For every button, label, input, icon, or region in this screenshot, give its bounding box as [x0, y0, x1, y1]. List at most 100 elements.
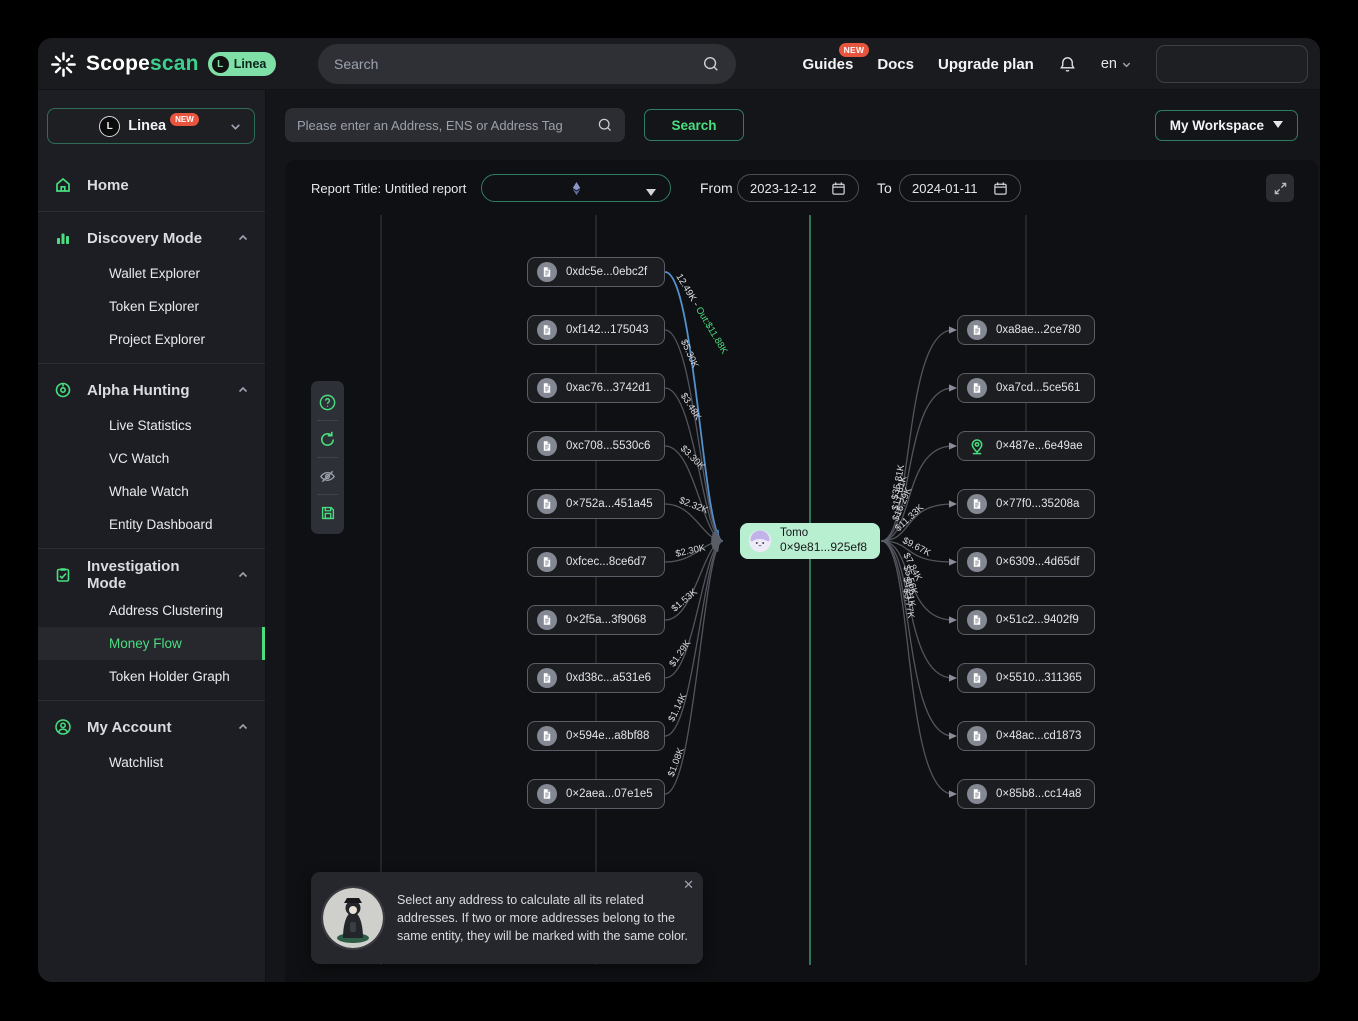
nav-guides[interactable]: Guides NEW [802, 56, 853, 73]
expand-icon [1272, 180, 1289, 197]
sidebar-item-whale-watch[interactable]: Whale Watch [38, 475, 265, 508]
chevron-up-icon [237, 384, 249, 396]
sidebar-item-wallet-explorer[interactable]: Wallet Explorer [38, 257, 265, 290]
address-node-target[interactable]: 0xa8ae...2ce780 [957, 315, 1095, 345]
center-node-tomo[interactable]: Tomo0×9e81...925ef8 [740, 523, 880, 559]
address-node-target[interactable]: 0×487e...6e49ae [957, 431, 1095, 461]
sidebar-section-my-account[interactable]: My Account [38, 708, 265, 746]
chain-selector[interactable]: L Linea NEW [47, 108, 255, 144]
sidebar-section-discovery-mode[interactable]: Discovery Mode [38, 219, 265, 257]
sidebar-item-money-flow[interactable]: Money Flow [38, 627, 265, 660]
sidebar-section-label: Alpha Hunting [87, 382, 222, 399]
my-workspace-button[interactable]: My Workspace [1155, 110, 1298, 141]
chevron-down-icon [1121, 59, 1132, 70]
sidebar-item-token-holder-graph[interactable]: Token Holder Graph [38, 660, 265, 693]
location-pin-icon [967, 436, 987, 456]
chevron-up-icon [237, 569, 249, 581]
chevron-up-icon [237, 721, 249, 733]
address-node-source[interactable]: 0xdc5e...0ebc2f [527, 257, 665, 287]
address-label: 0×594e...a8bf88 [566, 730, 649, 742]
calendar-icon [993, 181, 1008, 196]
sidebar-item-project-explorer[interactable]: Project Explorer [38, 323, 265, 356]
bell-icon[interactable] [1058, 55, 1077, 74]
sidebar-section-home[interactable]: Home [38, 166, 265, 204]
sidebar-item-vc-watch[interactable]: VC Watch [38, 442, 265, 475]
save-button[interactable] [311, 496, 344, 530]
sidebar-item-token-explorer[interactable]: Token Explorer [38, 290, 265, 323]
address-label: 0xac76...3742d1 [566, 382, 651, 394]
document-icon [537, 436, 557, 456]
sidebar-item-entity-dashboard[interactable]: Entity Dashboard [38, 508, 265, 541]
token-selector[interactable] [481, 174, 671, 202]
document-icon [967, 320, 987, 340]
sidebar-item-watchlist[interactable]: Watchlist [38, 746, 265, 779]
ethereum-icon [569, 181, 584, 196]
document-icon [537, 552, 557, 572]
address-label: 0xc708...5530c6 [566, 440, 650, 452]
address-node-source[interactable]: 0×2aea...07e1e5 [527, 779, 665, 809]
address-node-target[interactable]: 0xa7cd...5ce561 [957, 373, 1095, 403]
fullscreen-button[interactable] [1266, 174, 1294, 202]
main-content: Search My Workspace Report Title: Untitl… [266, 90, 1320, 982]
search-button[interactable]: Search [644, 109, 744, 141]
new-badge: NEW [170, 113, 199, 126]
top-bar: Scopescan L Linea Guides NEW Docs Upgrad [38, 38, 1320, 90]
sidebar-item-live-statistics[interactable]: Live Statistics [38, 409, 265, 442]
nav-docs[interactable]: Docs [877, 56, 914, 73]
eye-off-icon [318, 467, 337, 486]
help-button[interactable] [311, 385, 344, 419]
hide-button[interactable] [311, 459, 344, 493]
address-node-source[interactable]: 0xd38c...a531e6 [527, 663, 665, 693]
address-node-target[interactable]: 0×85b8...cc14a8 [957, 779, 1095, 809]
refresh-button[interactable] [311, 422, 344, 456]
address-search-field [285, 108, 625, 142]
search-icon[interactable] [702, 55, 720, 73]
address-node-source[interactable]: 0xc708...5530c6 [527, 431, 665, 461]
caret-down-icon [1273, 121, 1283, 129]
linea-logo-icon: L [212, 56, 229, 73]
address-node-source[interactable]: 0xf142...175043 [527, 315, 665, 345]
address-node-source[interactable]: 0×752a...451a45 [527, 489, 665, 519]
divider [38, 211, 265, 212]
nav-upgrade-plan[interactable]: Upgrade plan [938, 56, 1034, 73]
global-search-input[interactable] [334, 56, 702, 72]
divider [38, 363, 265, 364]
address-node-target[interactable]: 0×6309...4d65df [957, 547, 1095, 577]
wallet-connect-box[interactable] [1156, 45, 1308, 83]
edge-amount-label: $1.14K [666, 691, 689, 723]
refresh-icon [318, 430, 337, 449]
chevron-down-icon [229, 120, 242, 138]
date-to-input[interactable]: 2024-01-11 [899, 174, 1021, 202]
address-node-source[interactable]: 0xac76...3742d1 [527, 373, 665, 403]
app-window: Scopescan L Linea Guides NEW Docs Upgrad [38, 38, 1320, 982]
arrowhead-icon [949, 558, 957, 565]
to-label: To [877, 180, 892, 196]
address-label: 0xd38c...a531e6 [566, 672, 651, 684]
chain-badge[interactable]: L Linea [208, 52, 277, 76]
document-icon [967, 784, 987, 804]
address-label: 0×752a...451a45 [566, 498, 653, 510]
report-title: Report Title: Untitled report [311, 181, 466, 196]
clipboard-icon [54, 566, 72, 584]
address-node-source[interactable]: 0xfcec...8ce6d7 [527, 547, 665, 577]
app-title: Scopescan [86, 52, 199, 76]
search-icon[interactable] [597, 117, 613, 133]
address-node-target[interactable]: 0×5510...311365 [957, 663, 1095, 693]
close-icon[interactable]: ✕ [683, 878, 694, 891]
address-label: 0xdc5e...0ebc2f [566, 266, 647, 278]
address-search-input[interactable] [297, 118, 597, 133]
address-node-target[interactable]: 0×51c2...9402f9 [957, 605, 1095, 635]
address-search-row: Search My Workspace [285, 108, 1298, 142]
address-node-target[interactable]: 0×77f0...35208a [957, 489, 1095, 519]
sidebar-section-investigation-mode[interactable]: Investigation Mode [38, 556, 265, 594]
address-node-target[interactable]: 0×48ac...cd1873 [957, 721, 1095, 751]
sidebar-section-alpha-hunting[interactable]: Alpha Hunting [38, 371, 265, 409]
address-node-source[interactable]: 0×594e...a8bf88 [527, 721, 665, 751]
document-icon [537, 784, 557, 804]
date-from-input[interactable]: 2023-12-12 [737, 174, 859, 202]
edge-amount-label: $1.08K [666, 746, 687, 779]
sidebar-item-address-clustering[interactable]: Address Clustering [38, 594, 265, 627]
arrowhead-icon [949, 674, 957, 681]
address-node-source[interactable]: 0×2f5a...3f9068 [527, 605, 665, 635]
language-selector[interactable]: en [1101, 56, 1132, 72]
